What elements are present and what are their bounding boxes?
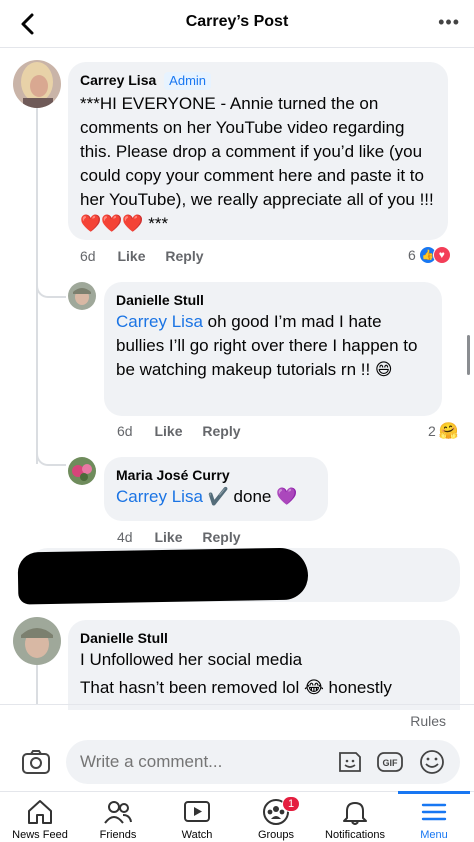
nav-label: Groups [257, 829, 295, 841]
nav-notifications[interactable]: Notifications [315, 798, 395, 841]
comment-body: ✔️ done 💜 [202, 487, 298, 506]
reaction-count: 6 [408, 247, 416, 263]
admin-badge: Admin [164, 72, 212, 90]
comment-time: 4d [117, 529, 133, 545]
nav-label: Notifications [325, 829, 385, 841]
comment-bubble[interactable]: Maria José Curry Carrey Lisa ✔️ done 💜 [104, 457, 328, 521]
nav-label: News Feed [12, 829, 68, 841]
comment-text: ***HI EVERYONE - Annie turned the on com… [80, 94, 434, 233]
author-name[interactable]: Danielle Stull [116, 290, 430, 310]
avatar[interactable] [13, 60, 61, 108]
avatar[interactable] [13, 617, 61, 665]
comment-text: I Unfollowed her social media [80, 650, 303, 669]
thread-line [36, 662, 38, 704]
comment-bubble[interactable]: Danielle Stull I Unfollowed her social m… [68, 620, 460, 710]
gif-icon[interactable]: GIF [376, 749, 404, 775]
home-icon [28, 800, 52, 824]
more-options-icon[interactable]: ••• [438, 12, 460, 33]
like-button[interactable]: Like [154, 529, 182, 545]
active-tab-indicator [398, 791, 470, 794]
mention-link[interactable]: Carrey Lisa [116, 487, 203, 506]
divider [0, 704, 474, 705]
nav-label: Friends [99, 829, 137, 841]
reply-button[interactable]: Reply [202, 529, 240, 545]
like-button[interactable]: Like [117, 248, 145, 264]
reply-button[interactable]: Reply [165, 248, 203, 264]
thread-connector [36, 270, 66, 298]
nav-menu[interactable]: Menu [394, 798, 474, 841]
nav-label: Watch [181, 829, 213, 841]
avatar[interactable] [68, 457, 96, 485]
nav-groups[interactable]: 1 Groups [236, 796, 316, 841]
reaction-summary[interactable]: 6 👍 ♥ [408, 246, 451, 264]
nav-friends[interactable]: Friends [78, 798, 158, 841]
svg-text:GIF: GIF [383, 758, 399, 768]
nav-watch[interactable]: Watch [157, 798, 237, 841]
comment-text: That hasn’t been removed lol 😂 honestly [80, 678, 392, 697]
author-name[interactable]: Danielle Stull [80, 628, 448, 648]
menu-icon [421, 803, 447, 821]
camera-icon[interactable] [20, 746, 52, 778]
comment-composer[interactable]: GIF [66, 740, 460, 784]
mention-link[interactable]: Carrey Lisa [116, 312, 203, 331]
hug-reaction-icon: 🤗 [438, 423, 459, 440]
comment-actions: 4d Like Reply [117, 529, 257, 545]
thread-connector [36, 440, 66, 466]
comment-actions: 6d Like Reply [117, 423, 257, 439]
comment-input[interactable] [80, 752, 320, 772]
reaction-count: 2 [428, 423, 436, 439]
reply-button[interactable]: Reply [202, 423, 240, 439]
bell-icon [343, 802, 367, 825]
comment-text: Carrey Lisa ✔️ done 💜 [116, 485, 316, 509]
comment-text: Carrey Lisa oh good I’m mad I hate bulli… [116, 310, 430, 382]
bottom-navigation: News Feed Friends Watch 1 Groups Notific… [0, 791, 474, 842]
comment-actions: 6d Like Reply [80, 248, 220, 264]
nav-news-feed[interactable]: News Feed [0, 798, 80, 841]
comment-bubble[interactable]: Danielle Stull Carrey Lisa oh good I’m m… [104, 282, 442, 416]
like-button[interactable]: Like [154, 423, 182, 439]
comment-author[interactable]: Carrey Lisa Admin [80, 70, 436, 90]
love-reaction-icon: ♥ [432, 246, 451, 264]
notification-badge: 1 [282, 796, 301, 812]
scrollbar[interactable] [467, 335, 470, 375]
avatar[interactable] [68, 282, 96, 310]
video-icon [184, 801, 210, 822]
sticker-icon[interactable] [336, 749, 364, 775]
redaction-mark [17, 547, 309, 605]
nav-label: Menu [420, 829, 448, 841]
rules-link[interactable]: Rules [410, 713, 446, 729]
reaction-summary[interactable]: 2 🤗 [428, 421, 459, 441]
comment-bubble[interactable]: Carrey Lisa Admin ***HI EVERYONE - Annie… [68, 62, 448, 240]
top-bar: Carrey’s Post ••• [0, 0, 474, 48]
emoji-icon[interactable] [418, 749, 446, 775]
friends-icon [104, 801, 132, 824]
page-title: Carrey’s Post [185, 13, 289, 30]
author-name[interactable]: Carrey Lisa [80, 72, 156, 88]
comment-time: 6d [117, 423, 133, 439]
comment-time: 6d [80, 248, 96, 264]
author-name[interactable]: Maria José Curry [116, 465, 316, 485]
